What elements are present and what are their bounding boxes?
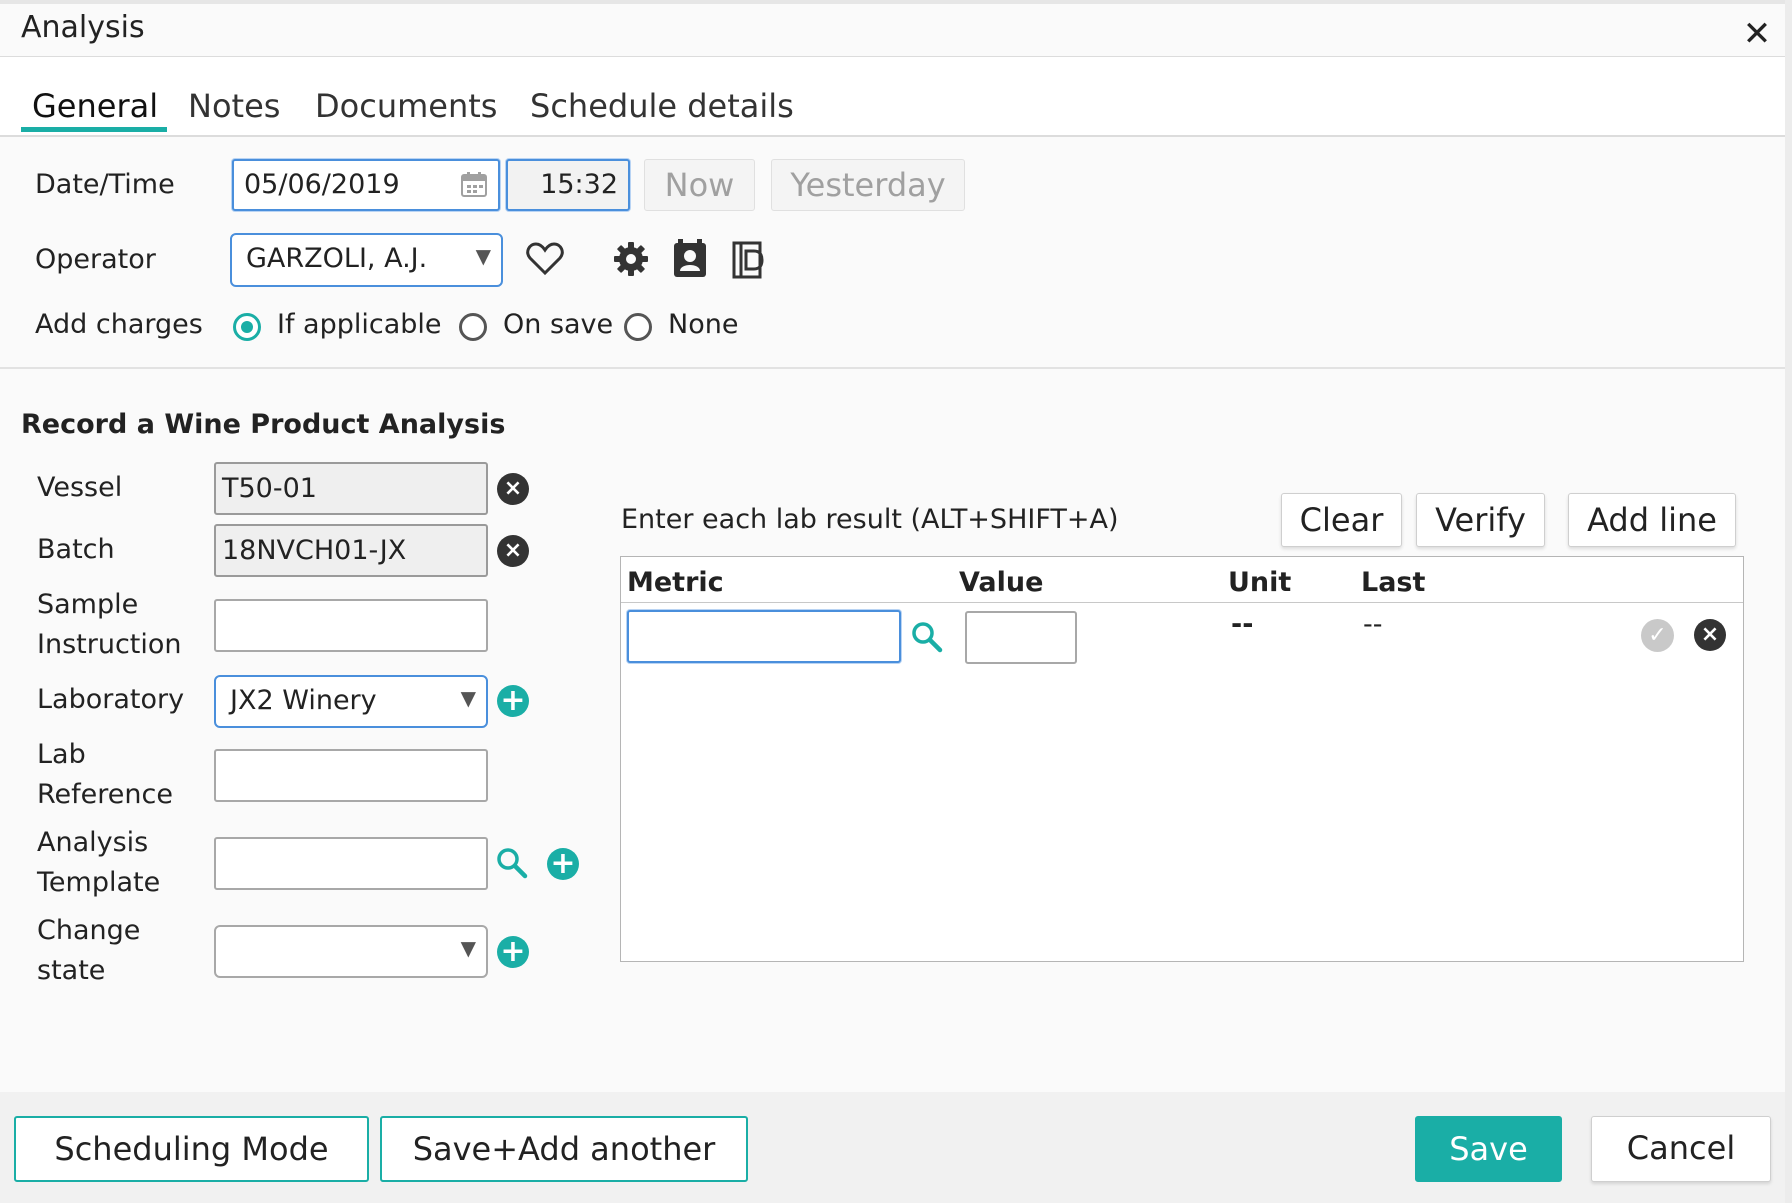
batch-field[interactable]: 18NVCH01-JX: [214, 524, 488, 577]
last-value: --: [1363, 609, 1383, 640]
lab-reference-field[interactable]: [214, 749, 488, 802]
close-icon[interactable]: ✕: [1740, 17, 1774, 51]
clear-button[interactable]: Clear: [1281, 493, 1402, 547]
analysis-template-field[interactable]: [214, 837, 488, 890]
verify-button[interactable]: Verify: [1416, 493, 1545, 547]
column-header-metric: Metric: [627, 567, 724, 598]
time-field[interactable]: 15:32: [506, 159, 630, 211]
now-button[interactable]: Now: [644, 159, 755, 211]
date-field[interactable]: 05/06/2019: [232, 159, 500, 211]
dialog-title: Analysis: [21, 10, 145, 45]
operator-value: GARZOLI, A.J.: [246, 243, 428, 274]
verify-row-check-icon[interactable]: ✓: [1641, 619, 1674, 652]
add-charges-label: Add charges: [35, 309, 203, 340]
radio-on-save[interactable]: [459, 313, 487, 341]
title-bar: Analysis ✕: [0, 0, 1785, 57]
operator-select[interactable]: GARZOLI, A.J. ▼: [230, 233, 503, 287]
vessel-field[interactable]: T50-01: [214, 462, 488, 515]
radio-if-applicable-label: If applicable: [277, 309, 442, 340]
cancel-button[interactable]: Cancel: [1591, 1116, 1771, 1182]
sample-instruction-label-line1: Sample: [37, 589, 139, 620]
date-value: 05/06/2019: [244, 169, 400, 200]
yesterday-button[interactable]: Yesterday: [771, 159, 965, 211]
general-section: Date/Time 05/06/2019 15:32 Now Yesterday…: [0, 137, 1785, 369]
lab-reference-label-line2: Reference: [37, 779, 173, 810]
batch-label: Batch: [37, 534, 115, 565]
analysis-dialog: Analysis ✕ General Notes Documents Sched…: [0, 0, 1786, 1203]
column-header-value: Value: [959, 567, 1044, 598]
section-title: Record a Wine Product Analysis: [21, 409, 506, 440]
change-state-select[interactable]: ▼: [214, 925, 488, 978]
save-button[interactable]: Save: [1415, 1116, 1562, 1182]
analysis-window: Analysis ✕ General Notes Documents Sched…: [0, 0, 1792, 1203]
laboratory-select[interactable]: JX2 Winery ▼: [214, 675, 488, 728]
column-header-unit: Unit: [1228, 567, 1292, 598]
lab-reference-label-line1: Lab: [37, 739, 86, 770]
add-analysis-template-icon[interactable]: +: [547, 848, 579, 880]
scheduling-mode-button[interactable]: Scheduling Mode: [14, 1116, 369, 1182]
change-state-label-line2: state: [37, 955, 106, 986]
lab-results-grid: Metric Value Unit Last -- -- ✓ ×: [620, 556, 1744, 962]
tab-notes[interactable]: Notes: [188, 87, 280, 125]
radio-on-save-label: On save: [503, 309, 614, 340]
tab-bar: General Notes Documents Schedule details: [0, 57, 1785, 137]
clear-batch-icon[interactable]: ×: [497, 535, 529, 567]
metric-search-icon[interactable]: [911, 621, 943, 657]
grid-header-divider: [621, 602, 1743, 603]
analysis-template-label-line1: Analysis: [37, 827, 149, 858]
chevron-down-icon: ▼: [475, 244, 491, 268]
change-state-label-line1: Change: [37, 915, 141, 946]
document-icon[interactable]: [732, 241, 766, 283]
active-tab-indicator: [21, 127, 167, 132]
add-line-button[interactable]: Add line: [1568, 493, 1736, 547]
tab-documents[interactable]: Documents: [315, 87, 497, 125]
metric-input[interactable]: [627, 610, 901, 663]
sample-instruction-label-line2: Instruction: [37, 629, 182, 660]
search-icon[interactable]: [496, 847, 528, 883]
vessel-label: Vessel: [37, 472, 123, 503]
analysis-template-label-line2: Template: [37, 867, 161, 898]
radio-none[interactable]: [624, 313, 652, 341]
laboratory-value: JX2 Winery: [230, 685, 377, 716]
datetime-label: Date/Time: [35, 169, 175, 200]
operator-label: Operator: [35, 244, 156, 275]
contact-card-icon[interactable]: [672, 239, 708, 283]
radio-none-label: None: [668, 309, 739, 340]
heart-icon[interactable]: [526, 242, 564, 280]
add-laboratory-icon[interactable]: +: [497, 685, 529, 717]
footer: Scheduling Mode Save+Add another Save Ca…: [0, 1092, 1785, 1203]
save-add-another-button[interactable]: Save+Add another: [380, 1116, 748, 1182]
calendar-icon[interactable]: [460, 170, 488, 205]
chevron-down-icon: ▼: [460, 936, 476, 960]
sample-instruction-field[interactable]: [214, 599, 488, 652]
value-input[interactable]: [965, 611, 1077, 664]
window-edge: [1785, 0, 1792, 1203]
tab-schedule-details[interactable]: Schedule details: [530, 87, 794, 125]
chevron-down-icon: ▼: [460, 686, 476, 710]
clear-vessel-icon[interactable]: ×: [497, 473, 529, 505]
add-change-state-icon[interactable]: +: [497, 936, 529, 968]
delete-row-icon[interactable]: ×: [1694, 619, 1726, 651]
laboratory-label: Laboratory: [37, 684, 185, 715]
radio-if-applicable[interactable]: [233, 313, 261, 341]
gear-icon[interactable]: [613, 241, 649, 281]
column-header-last: Last: [1361, 567, 1426, 598]
unit-value: --: [1231, 609, 1254, 640]
lab-results-instruction: Enter each lab result (ALT+SHIFT+A): [621, 504, 1119, 535]
tab-general[interactable]: General: [32, 87, 158, 125]
